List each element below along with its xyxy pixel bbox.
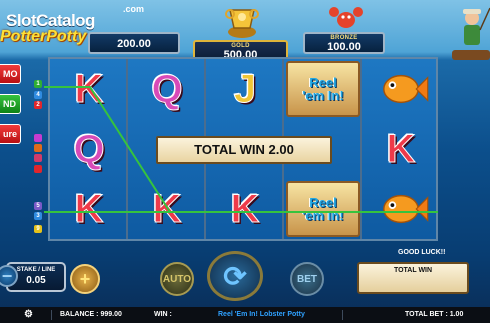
- autoplay-button[interactable]: AUTO: [160, 262, 194, 296]
- total-win-label: TOTAL WIN: [393, 267, 433, 274]
- divider: [342, 310, 343, 320]
- total-bet-text: TOTAL BET : 1.00: [405, 311, 464, 318]
- win-text: WIN :: [154, 311, 172, 318]
- increase-stake-button[interactable]: +: [70, 264, 100, 294]
- divider: [51, 310, 52, 320]
- total-win-box: TOTAL WIN: [357, 262, 469, 294]
- spin-button[interactable]: ⟳: [207, 251, 263, 301]
- balance-text: BALANCE : 999.00: [60, 311, 122, 318]
- game-title-text: Reel 'Em In! Lobster Potty: [218, 311, 305, 318]
- game-screen: SlotCatalog .com PotterPotty 200.00 GOLD…: [0, 0, 490, 323]
- total-win-popup: TOTAL WIN 2.00: [156, 136, 332, 164]
- max-bet-button[interactable]: BET: [290, 262, 324, 296]
- status-message: GOOD LUCK!!: [398, 249, 446, 256]
- gear-icon[interactable]: ⚙: [24, 307, 33, 323]
- status-bar: ⚙ BALANCE : 999.00 WIN : Reel 'Em In! Lo…: [0, 307, 490, 323]
